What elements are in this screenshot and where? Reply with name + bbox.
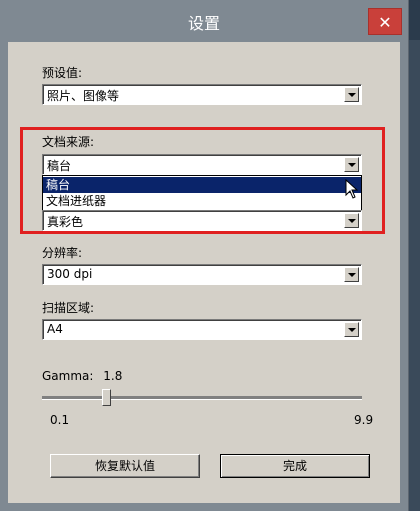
resolution-value: 300 dpi — [47, 267, 93, 281]
gamma-value: 1.8 — [103, 369, 123, 383]
mouse-cursor-icon — [345, 179, 359, 199]
scan-area-value: A4 — [47, 322, 63, 336]
gamma-slider-thumb[interactable] — [102, 389, 111, 406]
close-icon: ✕ — [378, 13, 392, 32]
done-button[interactable]: 完成 — [220, 454, 370, 478]
title-bar: 设置 ✕ — [0, 0, 408, 42]
chevron-down-icon[interactable] — [344, 267, 359, 282]
reset-defaults-button[interactable]: 恢复默认值 — [50, 454, 200, 478]
close-button[interactable]: ✕ — [368, 8, 402, 35]
gamma-min-label: 0.1 — [50, 413, 70, 427]
resolution-label: 分辨率: — [42, 246, 83, 260]
preset-value: 照片、图像等 — [47, 89, 120, 103]
gamma-label: Gamma: 1.8 — [42, 369, 122, 383]
chevron-down-icon[interactable] — [344, 87, 359, 102]
gamma-slider-track[interactable] — [42, 396, 362, 400]
scan-area-select[interactable]: A4 — [42, 319, 362, 340]
highlight-box — [20, 127, 385, 234]
chevron-down-icon[interactable] — [344, 322, 359, 337]
preset-select[interactable]: 照片、图像等 — [42, 84, 362, 105]
dialog-title: 设置 — [187, 14, 220, 33]
background-window-right — [407, 40, 420, 511]
gamma-max-label: 9.9 — [354, 413, 374, 427]
gamma-label-text: Gamma: — [42, 369, 94, 383]
resolution-select[interactable]: 300 dpi — [42, 264, 362, 285]
preset-label: 预设值: — [42, 66, 83, 80]
scan-area-label: 扫描区域: — [42, 301, 95, 315]
